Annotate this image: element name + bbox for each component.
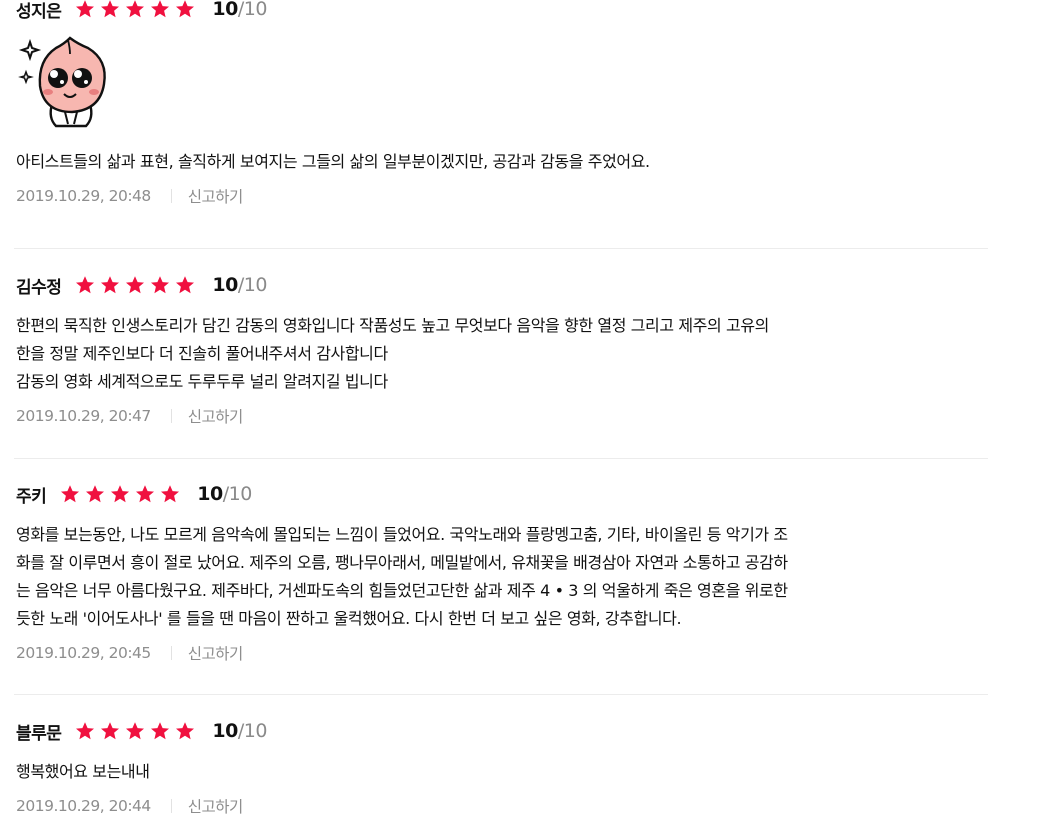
review-item: 블루문 10/10 행복했어요 보는내내 2019.10.29, 20:44 신… — [16, 718, 988, 818]
star-icon — [135, 484, 155, 504]
star-icon — [75, 275, 95, 295]
report-button[interactable]: 신고하기 — [188, 185, 244, 207]
review-score-max: /10 — [237, 274, 268, 296]
review-text: 한편의 묵직한 인생스토리가 담긴 감동의 영화입니다 작품성도 높고 무엇보다… — [16, 316, 769, 391]
review-score-max: /10 — [222, 483, 253, 505]
star-icon — [110, 484, 130, 504]
review-score: 10 — [212, 0, 238, 20]
review-meta: 2019.10.29, 20:47 신고하기 — [16, 404, 988, 428]
review-score: 10 — [212, 274, 238, 296]
review-header: 블루문 10/10 — [16, 718, 988, 744]
review-meta: 2019.10.29, 20:48 신고하기 — [16, 184, 988, 208]
report-button[interactable]: 신고하기 — [188, 405, 244, 427]
star-rating — [75, 721, 200, 741]
star-rating — [75, 275, 200, 295]
review-author: 블루문 — [16, 723, 62, 744]
star-rating — [60, 484, 185, 504]
review-date: 2019.10.29, 20:44 — [16, 797, 151, 815]
review-date: 2019.10.29, 20:48 — [16, 187, 151, 205]
star-icon — [125, 275, 145, 295]
review-score: 10 — [197, 483, 223, 505]
review-meta: 2019.10.29, 20:45 신고하기 — [16, 641, 988, 665]
review-score-max: /10 — [237, 720, 268, 742]
star-icon — [75, 721, 95, 741]
meta-divider — [170, 409, 172, 423]
review-text: 행복했어요 보는내내 — [16, 762, 150, 781]
star-icon — [160, 484, 180, 504]
star-icon — [85, 484, 105, 504]
review-header: 김수정 10/10 — [16, 272, 988, 298]
star-icon — [175, 275, 195, 295]
review-score: 10 — [212, 720, 238, 742]
review-author: 주키 — [16, 486, 47, 507]
star-icon — [125, 721, 145, 741]
review-author: 성지은 — [16, 1, 62, 22]
star-icon — [150, 721, 170, 741]
meta-divider — [170, 799, 172, 813]
review-meta: 2019.10.29, 20:44 신고하기 — [16, 794, 988, 818]
star-icon — [150, 275, 170, 295]
review-divider — [14, 248, 988, 249]
review-divider — [14, 458, 988, 459]
review-author: 김수정 — [16, 277, 62, 298]
star-icon — [100, 275, 120, 295]
report-button[interactable]: 신고하기 — [188, 642, 244, 664]
review-list: 성지은 10/10 아티스트들의 삶과 표현, 솔직하게 보여지는 그들의 삶의… — [0, 0, 1055, 837]
meta-divider — [170, 646, 172, 660]
star-icon — [100, 0, 120, 19]
star-icon — [75, 0, 95, 19]
star-icon — [175, 721, 195, 741]
review-header: 성지은 10/10 — [16, 0, 988, 22]
review-item: 주키 10/10 영화를 보는동안, 나도 모르게 음악속에 몰입되는 느낌이 … — [16, 481, 988, 665]
review-item: 성지은 10/10 아티스트들의 삶과 표현, 솔직하게 보여지는 그들의 삶의… — [16, 0, 988, 208]
review-date: 2019.10.29, 20:47 — [16, 407, 151, 425]
review-header: 주키 10/10 — [16, 481, 988, 507]
star-icon — [125, 0, 145, 19]
review-text: 아티스트들의 삶과 표현, 솔직하게 보여지는 그들의 삶의 일부분이겠지만, … — [16, 152, 650, 171]
review-divider — [14, 694, 988, 695]
star-icon — [175, 0, 195, 19]
report-button[interactable]: 신고하기 — [188, 795, 244, 817]
star-icon — [150, 0, 170, 19]
review-date: 2019.10.29, 20:45 — [16, 644, 151, 662]
review-score-max: /10 — [237, 0, 268, 20]
review-item: 김수정 10/10 한편의 묵직한 인생스토리가 담긴 감동의 영화입니다 작품… — [16, 272, 988, 428]
review-text: 영화를 보는동안, 나도 모르게 음악속에 몰입되는 느낌이 들었어요. 국악노… — [16, 525, 788, 628]
star-icon — [100, 721, 120, 741]
star-icon — [60, 484, 80, 504]
meta-divider — [170, 189, 172, 203]
peach-crying-emoticon — [18, 34, 110, 130]
star-rating — [75, 0, 200, 19]
